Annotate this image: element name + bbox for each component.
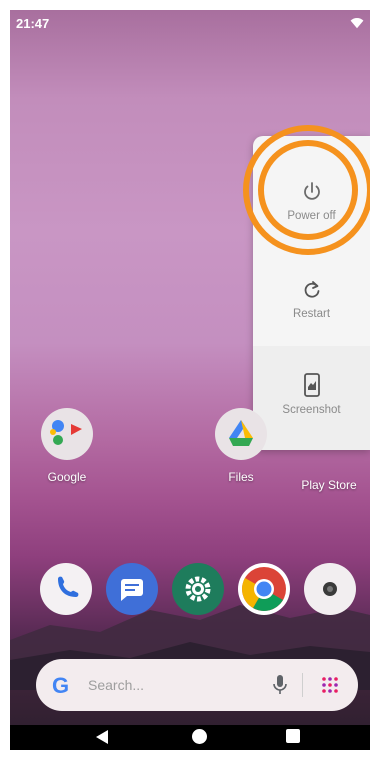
mic-icon[interactable]: [272, 673, 288, 697]
app-grid-icon[interactable]: [320, 675, 340, 695]
settings-icon: [185, 576, 211, 602]
dock-settings[interactable]: [172, 563, 224, 615]
phone-icon: [58, 576, 79, 597]
google-search-bar[interactable]: G Search...: [36, 659, 358, 711]
files-icon: [215, 408, 267, 460]
wifi-icon: [350, 18, 364, 29]
app-google[interactable]: Google: [32, 408, 102, 484]
dock-messages[interactable]: [106, 563, 158, 615]
search-divider: [302, 673, 303, 697]
google-folder-icon: [41, 408, 93, 460]
recents-icon[interactable]: [286, 729, 300, 743]
app-files[interactable]: Files: [206, 408, 276, 484]
camera-icon: [323, 582, 337, 596]
messages-icon: [121, 579, 143, 601]
back-icon[interactable]: [96, 730, 108, 744]
search-placeholder: Search...: [88, 677, 145, 693]
dock-phone[interactable]: [40, 563, 92, 615]
highlight-ring-inner: [258, 140, 358, 240]
app-play-store[interactable]: Play Store: [293, 470, 365, 492]
restart-label: Restart: [292, 308, 331, 320]
restart-icon: [304, 281, 319, 298]
home-icon[interactable]: [192, 729, 207, 744]
dock-camera[interactable]: [304, 563, 356, 615]
phone-screen: 21:47 Power off Restart Screenshot Googl…: [10, 10, 370, 750]
status-time: 21:47: [16, 16, 50, 31]
app-label-google: Google: [47, 470, 87, 484]
dock-chrome[interactable]: [238, 563, 290, 615]
restart-button[interactable]: Restart: [253, 278, 370, 320]
app-label-files: Files: [228, 470, 254, 484]
status-bar: 21:47: [10, 10, 370, 40]
google-g-icon: G: [52, 673, 70, 698]
chrome-icon: [242, 567, 286, 611]
navigation-bar: [10, 725, 370, 750]
screenshot-icon: [303, 373, 320, 397]
app-label-play-store: Play Store: [301, 478, 357, 492]
